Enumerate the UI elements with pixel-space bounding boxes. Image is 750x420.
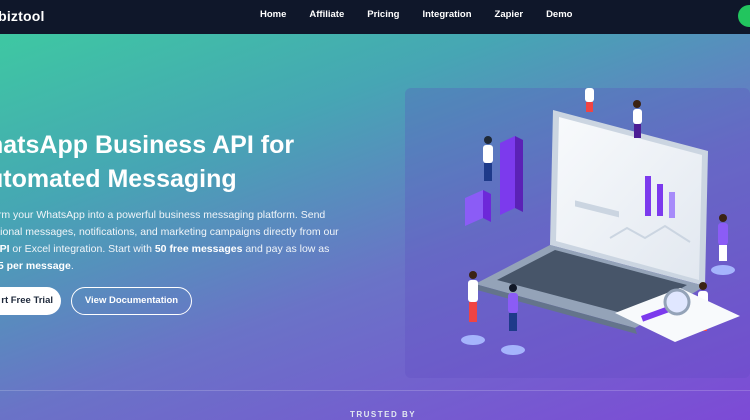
nav-link-integration[interactable]: Integration [422, 9, 471, 20]
trusted-by-label: TRUSTED BY [349, 410, 417, 419]
nav-link-pricing[interactable]: Pricing [367, 9, 399, 20]
bar-blocks [465, 136, 523, 226]
laptop-illustration-svg [461, 78, 740, 355]
person-right-top [633, 100, 642, 138]
hero-desc-line3: or Excel integration. Start with [9, 243, 155, 255]
hero-illustration [405, 78, 750, 378]
hero-desc-free-messages: 50 free messages [154, 243, 243, 255]
nav-link-zapier[interactable]: Zapier [495, 9, 524, 20]
view-documentation-button[interactable]: View Documentation [71, 287, 192, 315]
brand-logo[interactable]: /biztool [0, 8, 45, 24]
hero-desc-line3-end: and pay as low as [242, 243, 330, 255]
section-divider [0, 390, 750, 391]
person-left [483, 136, 493, 181]
person-top [585, 78, 594, 112]
nav-link-demo[interactable]: Demo [546, 9, 572, 20]
start-free-trial-button[interactable]: rt Free Trial [0, 287, 61, 315]
nav-links: Home Affiliate Pricing Integration Zapie… [260, 9, 595, 20]
hero-desc-line4-end: . [70, 260, 74, 272]
hero-desc-line2: ctional messages, notifications, and mar… [0, 226, 339, 238]
hero-desc-line1: orm your WhatsApp into a powerful busine… [0, 209, 326, 221]
hero-desc-price: 25 per message [0, 260, 71, 272]
hero-desc-api: API [0, 243, 10, 255]
top-navbar: /biztool Home Affiliate Pricing Integrat… [0, 0, 750, 34]
hero-title: hatsApp Business API for utomated Messag… [0, 128, 328, 196]
nav-action-button[interactable] [738, 5, 750, 27]
nav-link-affiliate[interactable]: Affiliate [309, 9, 344, 20]
hero-section: hatsApp Business API for utomated Messag… [0, 34, 750, 420]
hero-description: orm your WhatsApp into a powerful busine… [0, 207, 372, 275]
hero-title-line1: hatsApp Business API for [0, 131, 295, 159]
hero-title-line2: utomated Messaging [0, 165, 237, 193]
person-right-side [711, 214, 735, 275]
nav-link-home[interactable]: Home [260, 9, 286, 20]
